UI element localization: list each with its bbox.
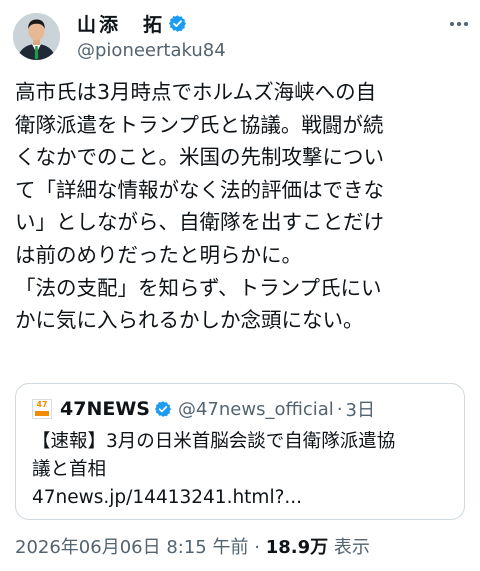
author-avatar[interactable]: [13, 13, 60, 60]
tweet-text-line: 「法の支配」を知らず、トランプ氏にい: [15, 275, 382, 300]
quoted-text-line: 【速報】3月の日米首脳会談で自衛隊派遣協: [32, 431, 396, 452]
tweet-text-line: 衛隊派遣をトランプ氏と協議。戦闘が続: [15, 112, 384, 137]
tweet-text-line: て「詳細な情報がなく法的評価はできな: [15, 177, 384, 202]
tweet-text-line: は前のめりだったと明らかに。: [15, 242, 302, 267]
quoted-author-name[interactable]: 47NEWS: [60, 398, 150, 420]
quoted-tweet-text: 【速報】3月の日米首脳会談で自衛隊派遣協 議と首相 47news.jp/1441…: [32, 428, 452, 512]
verified-badge-icon: [168, 14, 187, 33]
more-options-icon[interactable]: [450, 22, 468, 26]
tweet-text-line: かに気に入られるかしか念頭にない。: [15, 308, 364, 333]
quoted-text-line: 議と首相: [32, 459, 107, 480]
tweet-timestamp[interactable]: 2026年06月06日 8:15 午前: [15, 537, 248, 558]
author-name-row: 山添 拓: [77, 10, 187, 37]
quoted-author-avatar[interactable]: 47: [32, 399, 52, 419]
quoted-separator: ·: [336, 398, 343, 420]
view-count: 18.9万: [265, 537, 329, 558]
quoted-author-handle[interactable]: @47news_official: [178, 399, 334, 420]
quoted-timestamp[interactable]: 3日: [346, 396, 375, 422]
verified-badge-icon: [154, 400, 172, 418]
avatar-portrait-icon: [13, 13, 60, 60]
view-count-label: 表示: [333, 537, 370, 558]
tweet-text-line: 高市氏は3月時点でホルムズ海峡への自: [15, 80, 377, 104]
quoted-tweet-card[interactable]: 47 47NEWS @47news_official · 3日 【速報】3月の日…: [15, 383, 465, 520]
tweet-text-line: くなかでのこと。米国の先制攻撃につい: [15, 145, 384, 170]
author-display-name[interactable]: 山添 拓: [77, 10, 165, 37]
author-handle[interactable]: @pioneertaku84: [77, 40, 226, 61]
quoted-link[interactable]: 47news.jp/14413241.html?...: [32, 484, 452, 512]
tweet-text-line: い」としながら、自衛隊を出すことだけ: [15, 210, 384, 235]
tweet-text: 高市氏は3月時点でホルムズ海峡への自 衛隊派遣をトランプ氏と協議。戦闘が続 くな…: [15, 76, 470, 337]
quoted-author-logo-text: 47: [36, 400, 48, 409]
quoted-tweet-header: 47 47NEWS @47news_official · 3日: [32, 396, 375, 422]
tweet-meta: 2026年06月06日 8:15 午前 · 18.9万 表示: [15, 533, 370, 559]
meta-separator: ·: [254, 537, 260, 558]
